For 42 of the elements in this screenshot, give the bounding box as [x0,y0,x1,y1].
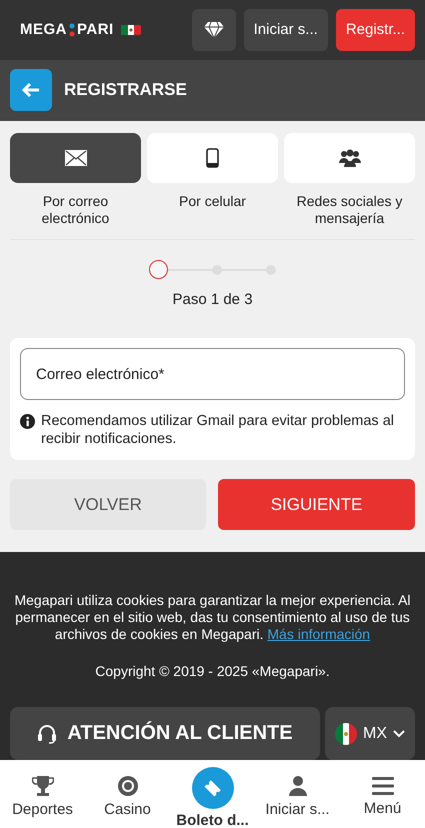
language-selector[interactable]: MX [325,707,415,760]
nav-item[interactable]: Iniciar s... [255,760,340,828]
flag-icon [335,722,357,744]
method-label: Redes sociales y mensajería [296,193,404,228]
trophy-icon [32,775,54,797]
back-button[interactable]: VOLVER [10,479,206,530]
nav-item[interactable]: Boleto d... [170,760,255,828]
login-button[interactable]: Iniciar s... [244,8,328,51]
logo-text: MEGA [20,21,67,38]
nav-item[interactable]: Menú [340,760,425,828]
logo-colon-icon [69,22,75,37]
register-button[interactable]: Registr... [336,8,415,51]
next-button[interactable]: SIGUIENTE [218,479,415,530]
support-button[interactable]: ATENCIÓN AL CLIENTE [10,707,320,760]
headset-icon [37,724,58,744]
method-label: Por correo electrónico [40,193,110,228]
casino-chip-icon [116,775,138,797]
menu-icon [372,776,394,796]
vip-button[interactable] [192,8,236,51]
cookie-text: Megapari utiliza cookies para garantizar la mejor experiencia. Al permanecer en el sitio web, das tu consentimiento al uso de tus archivos de cookies en Megapari. Más información [13,592,412,643]
page-title: REGISTRARSE [64,80,187,100]
chevron-down-icon [393,730,405,738]
back-button[interactable] [10,69,52,112]
hint-text: Recomendamos utilizar Gmail para evitar problemas al recibir notificaciones. [41,412,395,448]
method-tab[interactable] [284,133,415,184]
envelope-icon [64,150,86,166]
more-info-link[interactable]: Más información [267,626,370,642]
nav-item[interactable]: Deportes [0,760,85,828]
diamond-icon [202,20,225,39]
step-caption: Paso 1 de 3 [172,291,253,308]
user-icon [286,775,308,797]
group-icon [338,149,360,168]
method-label: Por celular [179,193,246,210]
flag-icon [120,24,141,35]
method-tab[interactable] [10,133,141,184]
logo-text: PARI [77,21,114,38]
info-icon [20,414,35,429]
email-field[interactable]: Correo electrónico* [20,348,405,400]
back-arrow-icon [22,83,40,98]
phone-icon [206,148,219,168]
copyright-text: Copyright © 2019 - 2025 «Megapari». [95,663,330,679]
nav-item[interactable]: Casino [85,760,170,828]
